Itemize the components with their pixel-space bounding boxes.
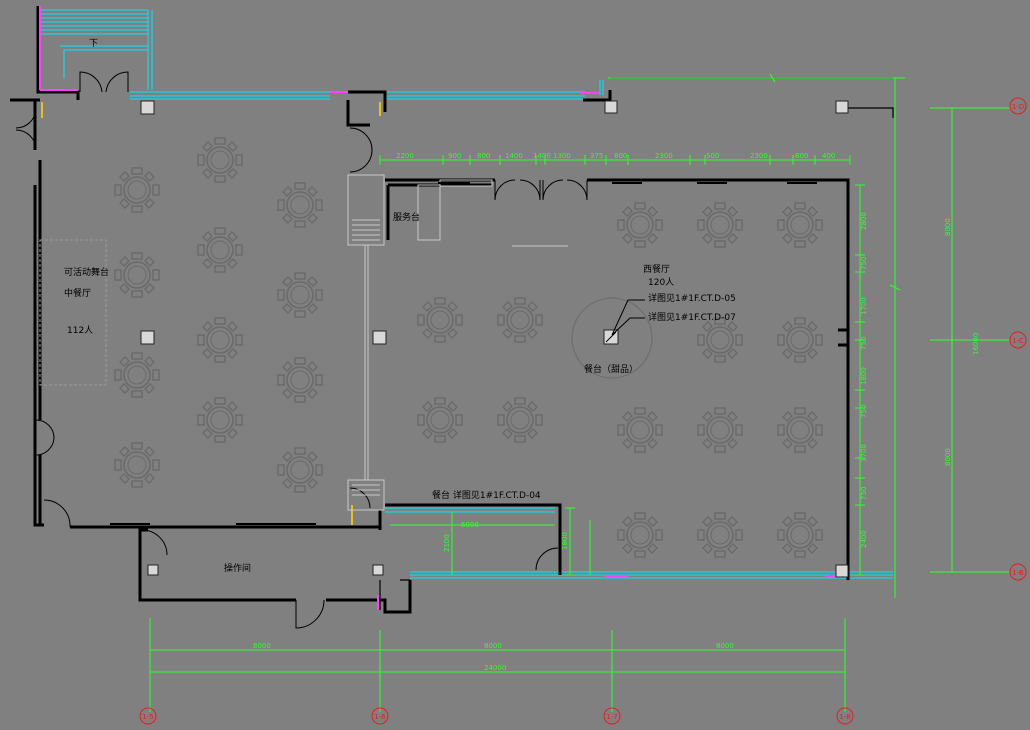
chinese-restaurant-label: 中餐厅: [64, 287, 91, 299]
dimension-lines: [149, 73, 1010, 712]
axis-1-7: 1-7: [606, 713, 617, 721]
axis-labels: 1-5 1-6 1-7 1-8 1-D 1-C 1-B: [142, 103, 1024, 721]
dim-right-total-1: 8000: [944, 218, 952, 236]
dessert-counter-label: 餐台（甜品）: [584, 363, 638, 375]
western-restaurant-label: 西餐厅: [643, 263, 670, 275]
dim-right-1: 2800: [860, 212, 868, 230]
dim-right-9: 2400: [860, 530, 868, 548]
axis-1-C: 1-C: [1012, 337, 1024, 345]
axis-1-8: 1-8: [839, 713, 850, 721]
dim-inner-3: 1800: [561, 532, 569, 550]
dim-top-10: 500: [706, 152, 719, 160]
dim-right-5: 1800: [860, 367, 868, 385]
dim-top-8: 800: [614, 152, 627, 160]
dim-bottom-3: 8000: [716, 642, 734, 650]
chinese-capacity-label: 112人: [67, 325, 93, 336]
dim-top-4: 1400: [505, 152, 523, 160]
stage-label: 可活动舞台: [64, 266, 109, 278]
western-capacity-label: 120人: [648, 277, 674, 288]
dim-top-6: 1300: [553, 152, 571, 160]
axis-1-6: 1-6: [374, 713, 386, 721]
floor-plan: 2200 900 800 1400 1400 1300 375 800 2300…: [10, 6, 1027, 725]
dim-right-total-2: 16000: [972, 333, 980, 355]
dim-inner-1: 6000: [461, 521, 479, 529]
dim-right-6: 750: [860, 405, 868, 418]
dim-bottom-total: 24000: [484, 664, 506, 672]
counter-ref-label: 餐台 详图见1#1F.CT.D-04: [432, 489, 541, 501]
dim-top-9: 2300: [655, 152, 673, 160]
room-labels: 下 可活动舞台 中餐厅 112人 服务台 西餐厅 120人 详图见1#1F.CT…: [64, 39, 736, 574]
stage-area: [39, 239, 107, 386]
axis-1-B: 1-B: [1012, 569, 1024, 577]
operation-room-label: 操作间: [224, 562, 251, 574]
axis-bubbles: [139, 97, 1027, 725]
down-label: 下: [89, 39, 98, 49]
dim-top-5: 1400: [533, 152, 551, 160]
ref-ct05-label: 详图见1#1F.CT.D-05: [648, 292, 736, 304]
dim-top-3: 800: [477, 152, 490, 160]
dim-right-2: 750: [860, 257, 868, 270]
dim-top-12: 800: [795, 152, 808, 160]
dim-top-1: 2200: [396, 152, 414, 160]
dim-right-8: 750: [860, 487, 868, 500]
dim-top-11: 2300: [750, 152, 768, 160]
dim-right-3: 1700: [860, 297, 868, 315]
axis-1-D: 1-D: [1012, 103, 1024, 111]
dim-top-2: 900: [448, 152, 461, 160]
dim-top-13: 400: [822, 152, 835, 160]
doors: [15, 71, 588, 629]
dim-right-total-3: 8000: [944, 448, 952, 466]
dim-bottom-1: 8000: [253, 642, 271, 650]
service-counter-label: 服务台: [393, 211, 420, 223]
dim-top-7: 375: [590, 152, 603, 160]
ref-ct07-label: 详图见1#1F.CT.D-07: [648, 311, 736, 323]
dim-inner-2: 2100: [443, 534, 451, 552]
dim-right-7: 1700: [860, 444, 868, 462]
dim-right-4: 750: [860, 337, 868, 350]
dim-bottom-2: 8000: [484, 642, 502, 650]
axis-1-5: 1-5: [142, 713, 153, 721]
